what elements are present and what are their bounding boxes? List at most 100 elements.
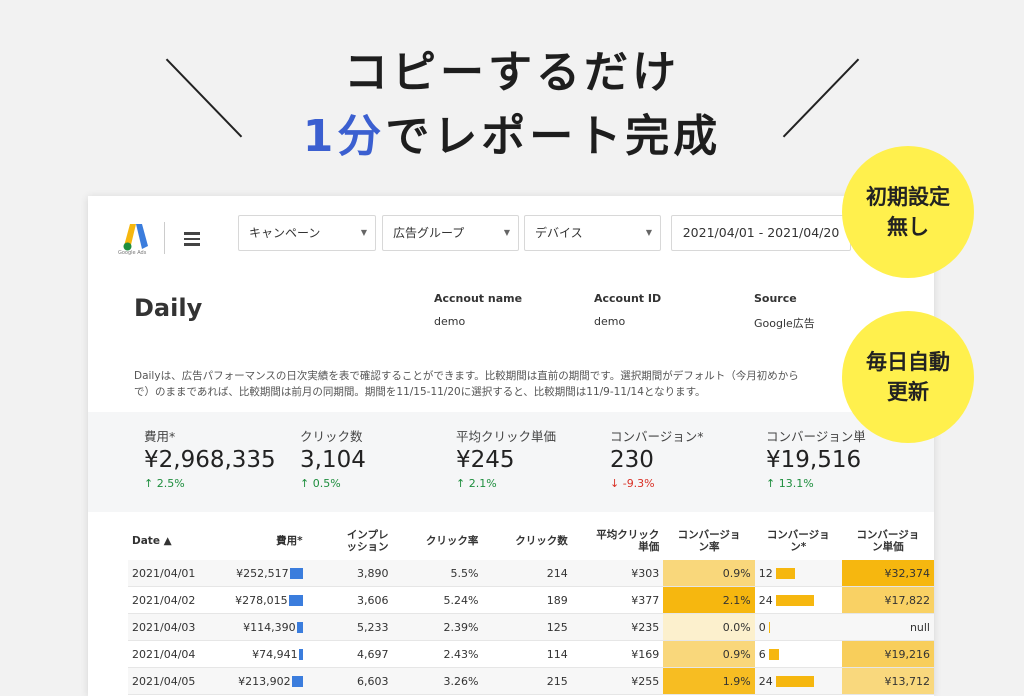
headline-line2: 1分でレポート完成 bbox=[0, 100, 1024, 164]
chevron-down-icon: ▼ bbox=[645, 228, 652, 237]
cell-cost: ¥278,015 bbox=[211, 586, 307, 614]
menu-icon[interactable] bbox=[184, 232, 200, 246]
kpi-change-value: 2.1% bbox=[468, 477, 497, 490]
kpi-card: 平均クリック単価 ¥245 ↑ 2.1% bbox=[456, 426, 556, 490]
device-filter[interactable]: デバイス ▼ bbox=[524, 215, 661, 251]
cell-ctr: 3.26% bbox=[392, 667, 483, 695]
column-header[interactable]: クリック数 bbox=[482, 522, 571, 560]
cost-text: ¥278,015 bbox=[235, 593, 288, 607]
column-header[interactable]: 費用* bbox=[211, 522, 306, 560]
account-name-label: Accnout name bbox=[434, 292, 523, 305]
column-header[interactable]: クリック率 bbox=[393, 522, 483, 560]
conv-text: 24 bbox=[758, 593, 773, 607]
table-row: 2021/04/02 ¥278,015 3,606 5.24% 189 ¥377 2.1% 2… bbox=[128, 586, 934, 614]
arrow-up-icon: ↑ bbox=[300, 477, 313, 490]
conv-text: 0 bbox=[758, 620, 766, 634]
table-row: 2021/04/04 ¥74,941 4,697 2.43% 114 ¥169 0.9% 6 ¥… bbox=[128, 640, 934, 668]
cell-ctr: 5.5% bbox=[392, 560, 483, 587]
account-id-value: demo bbox=[594, 315, 626, 328]
daily-table: Date ▲ 費用* インプレ ッション クリック率 クリック数 平均クリック 単価 コンバージ… bbox=[128, 522, 934, 695]
kpi-change-value: 13.1% bbox=[778, 477, 814, 490]
arrow-down-icon: ↓ bbox=[610, 477, 623, 490]
cell-date: 2021/04/01 bbox=[128, 560, 212, 587]
kpi-value: ¥2,968,335 bbox=[144, 447, 276, 473]
headline-rest: でレポート完成 bbox=[385, 111, 722, 162]
report-card: Google Ads キャンペーン ▼ 広告グループ ▼ デバイス ▼ 2021/04… bbox=[88, 196, 934, 696]
cell-cvr: 0.9% bbox=[663, 640, 755, 668]
campaign-filter[interactable]: キャンペーン ▼ bbox=[238, 215, 376, 251]
cost-text: ¥74,941 bbox=[252, 647, 298, 661]
cell-date: 2021/04/03 bbox=[128, 613, 212, 641]
cost-bar bbox=[291, 676, 303, 687]
account-name-value: demo bbox=[434, 315, 466, 328]
arrow-up-icon: ↑ bbox=[456, 477, 469, 490]
badge-text: 更新 bbox=[887, 380, 929, 404]
date-range-picker[interactable]: 2021/04/01 - 2021/04/20 bbox=[671, 215, 851, 251]
headline-line1: コピーするだけ bbox=[344, 47, 680, 98]
chevron-down-icon: ▼ bbox=[503, 228, 510, 237]
cell-cpa: ¥32,374 bbox=[841, 560, 934, 587]
cell-cpa: ¥17,822 bbox=[841, 586, 934, 614]
cell-impressions: 5,233 bbox=[306, 613, 393, 641]
cell-conversions: 12 bbox=[754, 560, 842, 587]
cost-bar bbox=[296, 622, 303, 633]
logo-caption: Google Ads bbox=[118, 250, 147, 256]
cost-text: ¥114,390 bbox=[243, 620, 296, 634]
cell-cpc: ¥255 bbox=[571, 667, 664, 695]
kpi-change-value: 2.5% bbox=[156, 477, 185, 490]
kpi-change-value: 0.5% bbox=[312, 477, 341, 490]
badge-no-setup: 初期設定 無し bbox=[842, 146, 974, 278]
kpi-label: 平均クリック単価 bbox=[456, 429, 557, 444]
column-header[interactable]: 平均クリック 単価 bbox=[572, 522, 664, 560]
cell-ctr: 5.24% bbox=[392, 586, 483, 614]
cell-ctr: 2.43% bbox=[392, 640, 483, 668]
conv-text: 12 bbox=[758, 566, 773, 580]
column-header[interactable]: コンバージョ ン率 bbox=[663, 522, 755, 560]
cell-cpc: ¥169 bbox=[571, 640, 664, 668]
cell-cost: ¥114,390 bbox=[211, 613, 307, 641]
cell-clicks: 189 bbox=[482, 586, 572, 614]
cell-conversions: 24 bbox=[754, 667, 842, 695]
kpi-value: 230 bbox=[610, 447, 654, 473]
cell-conversions: 24 bbox=[754, 586, 842, 614]
report-description: Dailyは、広告パフォーマンスの日次実績を表で確認することができます。比較期間… bbox=[134, 368, 894, 400]
date-range-label: 2021/04/01 - 2021/04/20 bbox=[682, 225, 840, 240]
column-header[interactable]: Date ▲ bbox=[128, 522, 211, 560]
cell-cpc: ¥235 bbox=[571, 613, 664, 641]
conv-bar bbox=[775, 676, 814, 687]
cost-text: ¥213,902 bbox=[238, 674, 291, 688]
cell-conversions: 0 bbox=[754, 613, 842, 641]
kpi-label: 費用* bbox=[144, 429, 176, 444]
kpi-value: ¥19,516 bbox=[766, 447, 862, 473]
kpi-change: ↑ 0.5% bbox=[300, 477, 366, 490]
kpi-card: コンバージョン* 230 ↓ -9.3% bbox=[610, 426, 704, 490]
badge-text: 毎日自動 bbox=[866, 350, 950, 374]
cell-impressions: 3,890 bbox=[306, 560, 393, 587]
cell-cpa: ¥13,712 bbox=[841, 667, 934, 695]
kpi-change: ↑ 2.5% bbox=[144, 477, 276, 490]
cell-clicks: 114 bbox=[482, 640, 572, 668]
cell-impressions: 4,697 bbox=[306, 640, 393, 668]
kpi-card: クリック数 3,104 ↑ 0.5% bbox=[300, 426, 366, 490]
badge-daily-update: 毎日自動 更新 bbox=[842, 311, 974, 443]
google-ads-logo-icon bbox=[123, 224, 148, 251]
conv-bar bbox=[768, 649, 779, 660]
cell-cost: ¥213,902 bbox=[211, 667, 307, 695]
toolbar-divider bbox=[164, 222, 165, 254]
kpi-card: 費用* ¥2,968,335 ↑ 2.5% bbox=[144, 426, 276, 490]
column-header[interactable]: インプレ ッション bbox=[307, 522, 393, 560]
arrow-up-icon: ↑ bbox=[144, 477, 157, 490]
headline-accent: 1分 bbox=[302, 111, 386, 162]
chevron-down-icon: ▼ bbox=[360, 228, 367, 237]
adgroup-filter[interactable]: 広告グループ ▼ bbox=[382, 215, 519, 251]
column-header[interactable]: コンバージョ ン単価 bbox=[842, 522, 934, 560]
conv-bar bbox=[775, 568, 795, 579]
cell-impressions: 3,606 bbox=[306, 586, 393, 614]
report-toolbar: Google Ads キャンペーン ▼ 広告グループ ▼ デバイス ▼ 2021/04… bbox=[88, 196, 934, 274]
column-header[interactable]: コンバージョ ン* bbox=[755, 522, 842, 560]
kpi-value: ¥245 bbox=[456, 447, 515, 473]
table-row: 2021/04/05 ¥213,902 6,603 3.26% 215 ¥255 1.9% 2… bbox=[128, 667, 934, 695]
cell-cpc: ¥377 bbox=[571, 586, 664, 614]
table-row: 2021/04/01 ¥252,517 3,890 5.5% 214 ¥303 0.9% 12… bbox=[128, 560, 934, 587]
cell-date: 2021/04/02 bbox=[128, 586, 212, 614]
